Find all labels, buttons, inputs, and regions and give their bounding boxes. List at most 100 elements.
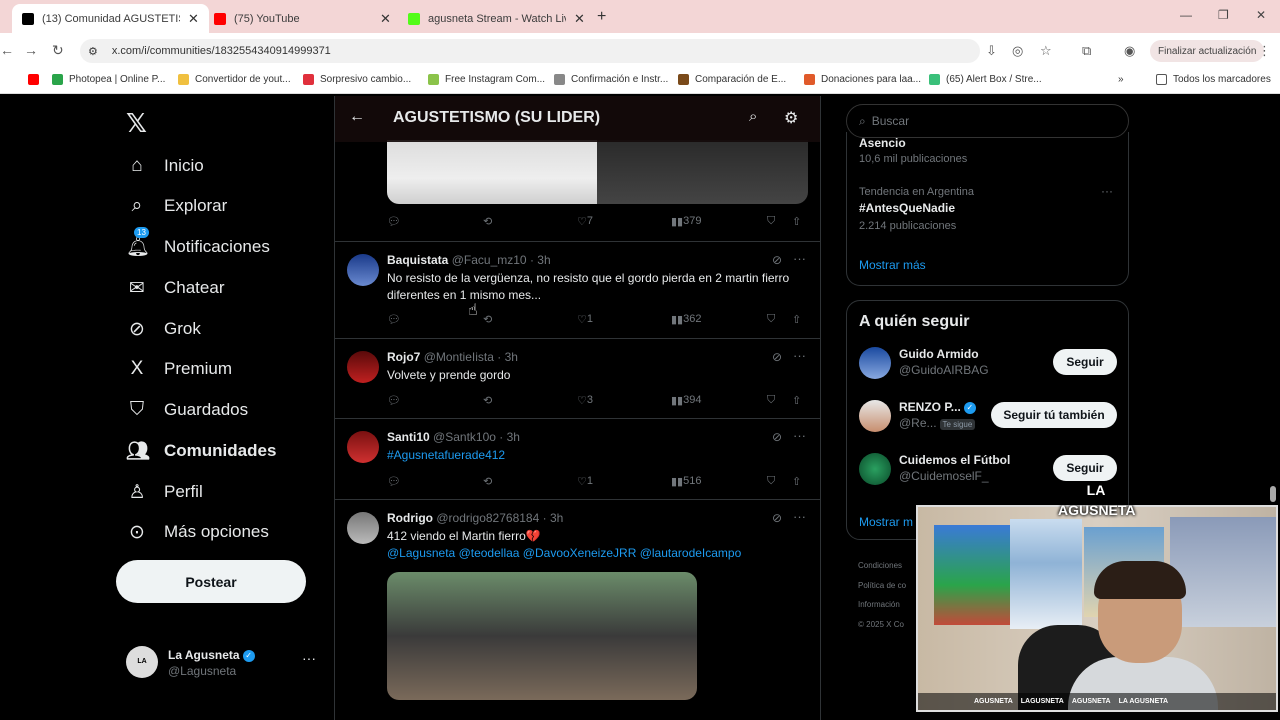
avatar[interactable]	[347, 254, 379, 286]
grok-icon[interactable]: ⊘	[772, 350, 782, 364]
sidebar-item-explorar[interactable]: ⌕ Explorar	[126, 188, 228, 224]
bookmark-item[interactable]: Donaciones para laa...	[804, 74, 921, 85]
author-name[interactable]: Rojo7	[387, 350, 420, 364]
more-icon[interactable]: ···	[793, 251, 806, 266]
sidebar-item-inicio[interactable]: ⌂ Inicio	[126, 148, 203, 184]
sidebar-item-perfil[interactable]: ♙ Perfil	[126, 474, 202, 510]
author-name[interactable]: Rodrigo	[387, 511, 433, 525]
like-button[interactable]: ♡ 3	[577, 394, 593, 407]
list-item[interactable]: Baquistata @Facu_mz10 · 3h ⊘ ··· No resi…	[335, 242, 820, 339]
bookmark-icon[interactable]: ⛉	[767, 394, 775, 407]
reply-icon[interactable]: 💬︎	[387, 215, 401, 228]
profile-icon[interactable]: ◉	[1124, 43, 1135, 59]
grok-icon[interactable]: ⊘	[772, 253, 782, 267]
post-button[interactable]: Postear	[116, 560, 306, 603]
avatar[interactable]	[347, 431, 379, 463]
suggestion-name-row[interactable]: RENZO P... ✓	[899, 400, 976, 414]
menu-icon[interactable]: ⋮	[1258, 43, 1271, 59]
eye-off-icon[interactable]: ◎	[1012, 43, 1023, 59]
star-icon[interactable]: ☆	[1040, 43, 1052, 59]
grok-icon[interactable]: ⊘	[772, 511, 782, 525]
bookmark-icon[interactable]: ⛉	[767, 215, 775, 228]
reply-icon[interactable]: 💬︎	[387, 313, 401, 326]
follow-suggestion[interactable]: RENZO P... ✓ @Re... Te sigue Seguir tú tam…	[859, 396, 1119, 436]
views-button[interactable]: ▮▮ 516	[671, 475, 701, 488]
share-icon[interactable]: ⇧	[792, 475, 801, 488]
url-input[interactable]: ⚙ x.com/i/communities/183255434091499937…	[80, 39, 980, 63]
show-more-link[interactable]: Mostrar más	[859, 258, 926, 272]
gear-icon[interactable]: ⚙	[784, 108, 798, 128]
follow-suggestion[interactable]: Guido Armido @GuidoAIRBAG Seguir	[859, 343, 1119, 383]
forward-icon[interactable]: →	[24, 42, 38, 58]
like-button[interactable]: ♡ 1	[577, 475, 593, 488]
share-icon[interactable]: ⇧	[792, 313, 801, 326]
bookmark-item[interactable]: Convertidor de yout...	[178, 74, 291, 85]
views-button[interactable]: ▮▮ 379	[671, 215, 701, 228]
back-icon[interactable]: ←	[0, 42, 14, 58]
sidebar-item-grok[interactable]: ⊘ Grok	[126, 311, 201, 347]
trend-title[interactable]: Asencio	[859, 136, 906, 150]
sidebar-item-comunidades[interactable]: 👥︎ Comunidades	[126, 433, 276, 469]
sidebar-item-premium[interactable]: X Premium	[126, 351, 232, 387]
hashtag-link[interactable]: #Agusnetafuerade412	[387, 448, 505, 462]
account-switcher[interactable]: LA AGUSNETA La Agusneta ✓ @Lagusneta ···	[126, 644, 326, 697]
sidebar-item-notificaciones[interactable]: 🔔︎ 13 Notificaciones	[126, 227, 270, 265]
more-icon[interactable]: ···	[793, 509, 806, 524]
author-handle[interactable]: @Santk10o	[433, 430, 496, 444]
like-button[interactable]: ♡ 1	[577, 313, 593, 326]
close-icon[interactable]: ✕	[188, 11, 199, 27]
repost-icon[interactable]: ⟲	[483, 394, 492, 407]
more-bookmarks-icon[interactable]: »	[1118, 74, 1124, 85]
bookmark-item[interactable]: Comparación de E...	[678, 74, 786, 85]
x-logo-icon[interactable]: 𝕏	[126, 108, 147, 139]
author-handle[interactable]: @Facu_mz10	[452, 253, 527, 267]
like-button[interactable]: ♡ 7	[577, 215, 593, 228]
more-icon[interactable]: ···	[1101, 184, 1113, 198]
avatar[interactable]	[859, 453, 891, 485]
author-handle[interactable]: @MontieIista	[424, 350, 494, 364]
suggestion-name[interactable]: Guido Armido	[899, 347, 979, 361]
close-icon[interactable]: ✕	[574, 11, 585, 27]
scrollbar-thumb[interactable]	[1270, 486, 1276, 502]
reply-icon[interactable]: 💬︎	[387, 475, 401, 488]
views-button[interactable]: ▮▮ 362	[671, 313, 701, 326]
sidebar-item-mas-opciones[interactable]: ⊙ Más opciones	[126, 514, 269, 550]
share-icon[interactable]: ⇧	[792, 215, 801, 228]
avatar[interactable]	[347, 351, 379, 383]
more-icon[interactable]: ···	[302, 650, 316, 666]
share-icon[interactable]: ⇧	[792, 394, 801, 407]
author-name[interactable]: Baquistata	[387, 253, 448, 267]
reply-icon[interactable]: 💬︎	[387, 394, 401, 407]
sidebar-item-chatear[interactable]: ✉ Chatear	[126, 270, 224, 306]
avatar[interactable]	[859, 400, 891, 432]
views-button[interactable]: ▮▮ 394	[671, 394, 701, 407]
youtube-bookmark-icon[interactable]	[28, 74, 45, 85]
avatar[interactable]	[859, 347, 891, 379]
list-item[interactable]: Rojo7 @MontieIista · 3h ⊘ ··· Volvete y …	[335, 339, 820, 419]
bookmark-icon[interactable]: ⛉	[767, 475, 775, 488]
bookmark-icon[interactable]: ⛉	[767, 313, 775, 326]
install-icon[interactable]: ⇩	[986, 43, 997, 59]
tab-youtube[interactable]: (75) YouTube ✕	[204, 4, 401, 33]
all-bookmarks[interactable]: Todos los marcadores	[1156, 74, 1271, 85]
list-item[interactable]: Rodrigo @rodrigo82768184 · 3h ⊘ ··· 412 …	[335, 500, 820, 720]
avatar[interactable]	[347, 512, 379, 544]
post-media-image[interactable]	[387, 140, 808, 204]
more-icon[interactable]: ···	[793, 428, 806, 443]
author-name[interactable]: Santi10	[387, 430, 430, 444]
site-info-icon[interactable]: ⚙	[88, 45, 98, 58]
sidebar-item-guardados[interactable]: ⛉ Guardados	[126, 392, 248, 428]
more-icon[interactable]: ···	[793, 348, 806, 363]
tab-kick[interactable]: agusneta Stream - Watch Live o ✕	[398, 4, 595, 33]
grok-icon[interactable]: ⊘	[772, 430, 782, 444]
follow-back-button[interactable]: Seguir tú también	[991, 402, 1117, 428]
repost-icon[interactable]: ⟲	[483, 313, 492, 326]
window-close-icon[interactable]: ✕	[1256, 8, 1266, 22]
bookmark-item[interactable]: Photopea | Online P...	[52, 74, 165, 85]
footer-link[interactable]: Información	[858, 595, 906, 615]
restore-icon[interactable]: ❐	[1218, 8, 1229, 22]
bookmark-item[interactable]: Free Instagram Com...	[428, 74, 545, 85]
reload-icon[interactable]: ↻	[52, 42, 64, 59]
list-item[interactable]: Santi10 @Santk10o · 3h ⊘ ··· #Agusnetafu…	[335, 419, 820, 500]
footer-link[interactable]: Política de co	[858, 576, 906, 596]
